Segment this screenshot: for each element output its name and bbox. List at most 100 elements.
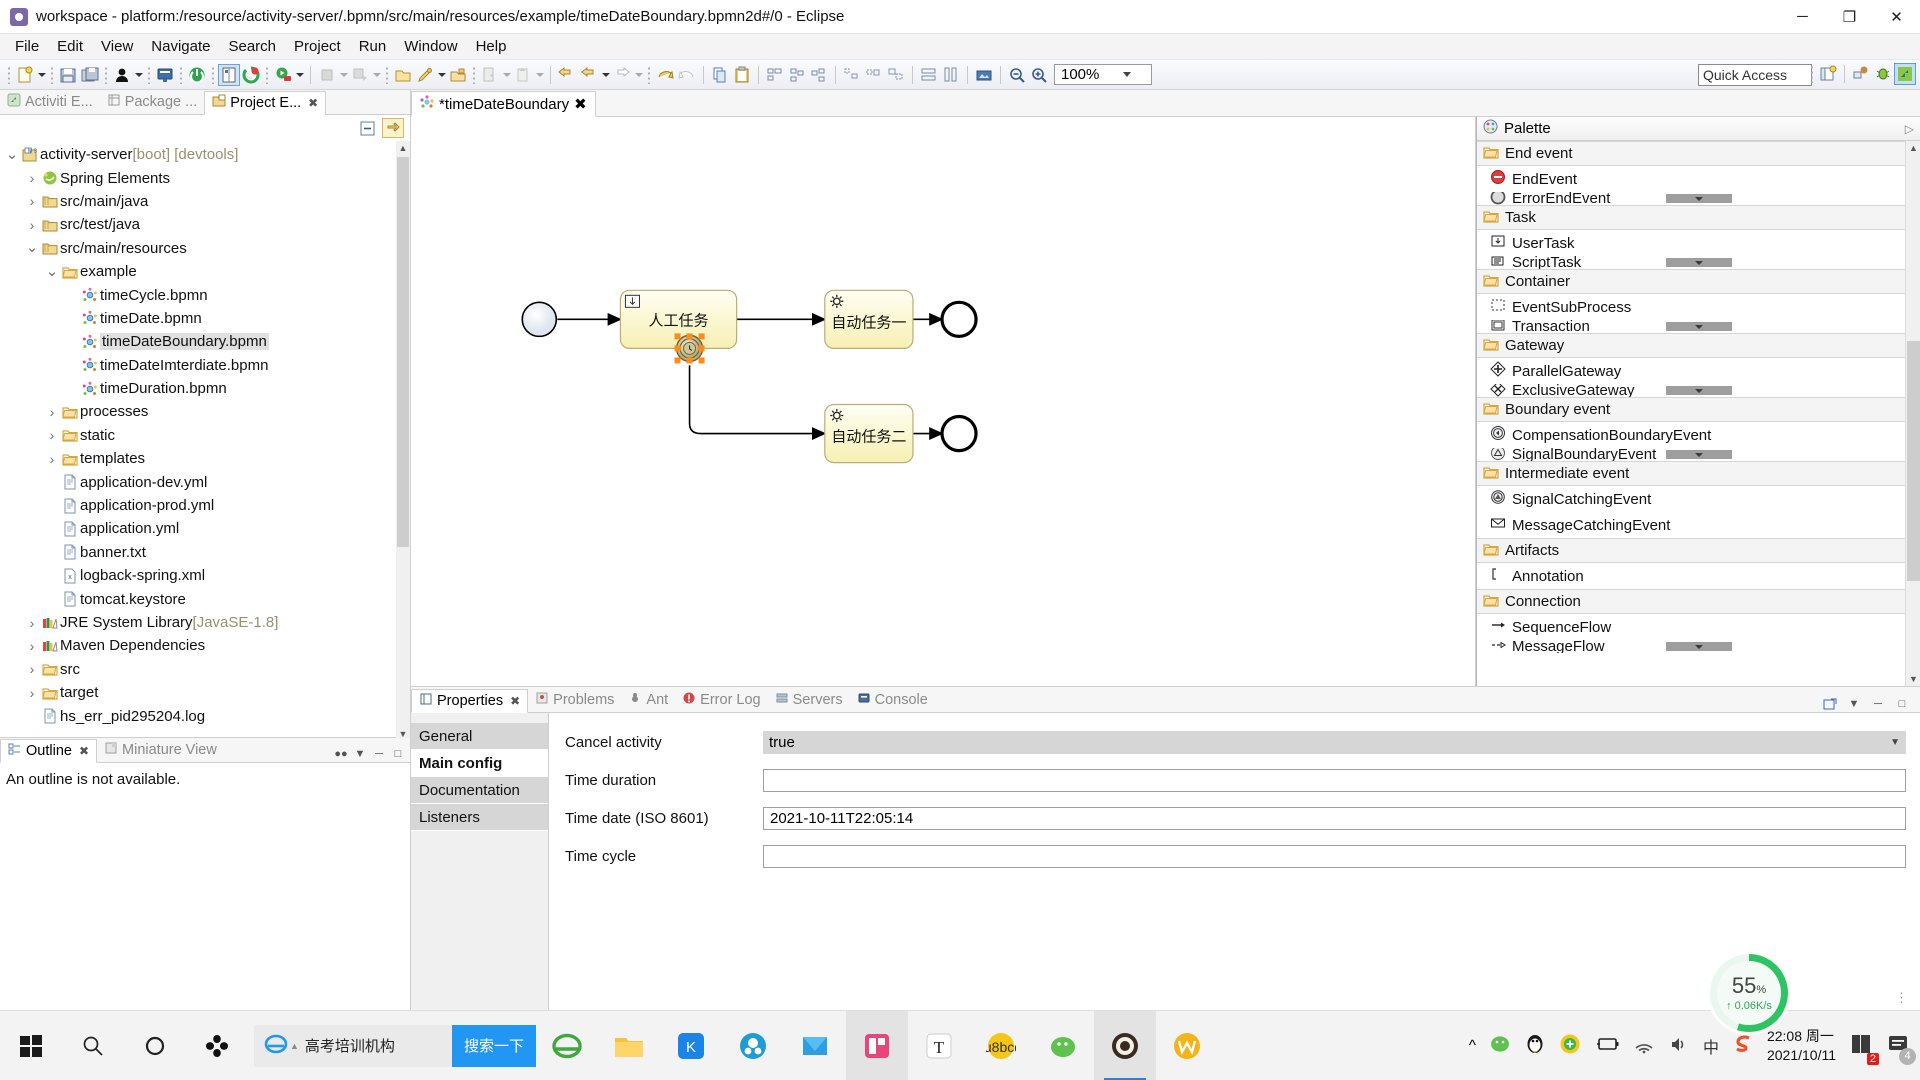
palette-drag-handle[interactable]	[1665, 450, 1732, 459]
chevron-down-icon[interactable]: ⌄	[44, 264, 60, 279]
cancel-activity-field[interactable]: true ▼	[763, 730, 1906, 754]
taskbar-app-eclipse[interactable]	[1094, 1010, 1157, 1080]
relaunch-icon[interactable]	[349, 64, 371, 86]
run-dropdown-icon[interactable]	[294, 64, 305, 86]
close-button[interactable]: ✕	[1873, 0, 1920, 34]
ime-indicator[interactable]: 中	[1703, 1034, 1719, 1058]
menu-view[interactable]: View	[92, 35, 142, 58]
open-perspective-icon[interactable]	[1817, 63, 1839, 85]
palette-scroll-up-icon[interactable]: ▲	[1906, 141, 1920, 155]
chevron-right-icon[interactable]: ›	[24, 685, 40, 701]
chevron-right-icon[interactable]: ›	[24, 661, 40, 677]
chevron-right-icon[interactable]: ›	[24, 217, 40, 233]
cortana-icon[interactable]	[124, 1011, 186, 1080]
palette-item-scripttask[interactable]: ScriptTask	[1477, 256, 1920, 269]
match-height-icon[interactable]	[918, 64, 940, 86]
menu-run[interactable]: Run	[350, 35, 396, 58]
chevron-right-icon[interactable]: ›	[24, 638, 40, 654]
paste-icon[interactable]	[731, 64, 753, 86]
detach-panel-icon[interactable]	[1822, 696, 1838, 712]
menu-edit[interactable]: Edit	[48, 35, 92, 58]
tree-item-src-main-resources[interactable]: ⌄ src/main/resources	[0, 237, 410, 260]
match-size-icon[interactable]	[885, 64, 907, 86]
palette-item-eventsubprocess[interactable]: EventSubProcess	[1477, 294, 1920, 320]
stop-icon[interactable]	[316, 64, 338, 86]
console-view-icon[interactable]	[154, 64, 176, 86]
tab-ant[interactable]: Ant	[621, 688, 675, 712]
tree-item-src-test-java[interactable]: › src/test/java	[0, 213, 410, 236]
perspective-drag-handle[interactable]	[1810, 65, 1814, 83]
undo-icon[interactable]	[654, 64, 676, 86]
palette-item-annotation[interactable]: Annotation	[1477, 563, 1920, 589]
tab-console[interactable]: Console	[850, 688, 935, 712]
save-all-icon[interactable]	[79, 64, 101, 86]
notification-badge-1[interactable]: 2	[1849, 1032, 1879, 1065]
dropdown-caret-icon[interactable]: ▲	[290, 1041, 299, 1051]
palette-item-sequenceflow[interactable]: SequenceFlow	[1477, 614, 1920, 640]
wifi-icon[interactable]	[1633, 1034, 1655, 1058]
palette-item-exclusivegateway[interactable]: ExclusiveGateway	[1477, 384, 1920, 397]
tree-item-templates[interactable]: › templates	[0, 447, 410, 470]
wechat-tray-icon[interactable]	[1489, 1033, 1511, 1059]
taskbar-app-wps[interactable]	[1156, 1011, 1218, 1080]
quick-access-input[interactable]: Quick Access	[1698, 64, 1812, 86]
tab-activiti-explorer[interactable]: Activiti E...	[0, 90, 100, 114]
tree-item-application-yml[interactable]: application.yml	[0, 517, 410, 540]
toolbar-drag-handle[interactable]	[7, 65, 11, 84]
open-resource-icon[interactable]	[447, 64, 469, 86]
tree-item-timedate-bpmn[interactable]: timeDate.bpmn	[0, 307, 410, 330]
external-tools-dropdown-icon[interactable]	[436, 64, 447, 86]
export-icon[interactable]	[512, 64, 534, 86]
tree-item-spring-elements[interactable]: › Spring Elements	[0, 166, 410, 189]
tab-error-log[interactable]: Error Log	[675, 688, 767, 712]
tree-item-example[interactable]: ⌄ example	[0, 260, 410, 283]
new-dropdown-icon[interactable]	[36, 64, 47, 86]
zoom-in-icon[interactable]	[1028, 64, 1050, 86]
properties-tab-main-config[interactable]: Main config	[411, 750, 548, 777]
back-icon[interactable]	[578, 64, 600, 86]
tab-timedateboundary-editor[interactable]: *timeDateBoundary ✖	[411, 91, 596, 117]
properties-sidebar[interactable]: General Main config Documentation Listeners	[411, 713, 549, 1010]
taskbar-app-ie[interactable]	[536, 1011, 598, 1080]
palette-scrollbar[interactable]: ▲ ▼	[1905, 141, 1920, 686]
bpmn-canvas[interactable]: 人工任务 自动任务一 自动任务二	[411, 117, 1476, 686]
palette-item-errorendevent[interactable]: ErrorEndEvent	[1477, 192, 1920, 205]
status-resize-handle[interactable]: ⋮	[1895, 990, 1908, 1006]
menu-file[interactable]: File	[6, 35, 48, 58]
palette-pin-icon[interactable]: ▷	[1905, 122, 1914, 136]
properties-tab-listeners[interactable]: Listeners	[411, 804, 548, 831]
taskbar-clock[interactable]: 22:08 周一 2021/10/11	[1767, 1027, 1836, 1065]
palette-drag-handle[interactable]	[1665, 258, 1732, 267]
tab-miniature-view[interactable]: Miniature View	[97, 738, 224, 762]
menu-project[interactable]: Project	[285, 35, 350, 58]
collapse-all-button[interactable]	[356, 118, 378, 138]
taskbar-app-navicat[interactable]	[722, 1011, 784, 1080]
menu-help[interactable]: Help	[467, 35, 516, 58]
explorer-scroll-thumb[interactable]	[397, 157, 409, 547]
properties-tab-general[interactable]: General	[411, 723, 548, 750]
chevron-down-icon[interactable]: ⌄	[24, 240, 40, 255]
distribute-h-icon[interactable]	[841, 64, 863, 86]
palette-group-boundary-event[interactable]: Boundary event ⇋	[1477, 397, 1920, 422]
chevron-right-icon[interactable]: ›	[24, 193, 40, 209]
palette-item-endevent[interactable]: EndEvent	[1477, 166, 1920, 192]
taskbar-app-explorer[interactable]	[598, 1011, 660, 1080]
minimize-button[interactable]: ─	[1779, 0, 1826, 34]
chevron-right-icon[interactable]: ›	[24, 170, 40, 186]
battery-icon[interactable]	[1594, 1034, 1620, 1058]
chevron-right-icon[interactable]: ›	[44, 404, 60, 420]
palette-item-messageflow[interactable]: MessageFlow	[1477, 640, 1920, 653]
menu-search[interactable]: Search	[219, 35, 285, 58]
palette-group-artifacts[interactable]: Artifacts ⇋	[1477, 538, 1920, 563]
image-export-icon[interactable]	[973, 64, 995, 86]
chevron-right-icon[interactable]: ›	[44, 427, 60, 443]
view-menu-icon[interactable]: ▼	[1846, 696, 1862, 712]
palette-item-usertask[interactable]: UserTask	[1477, 230, 1920, 256]
java-perspective-icon[interactable]	[1850, 63, 1872, 85]
palette-item-signalcatchingevent[interactable]: SignalCatchingEvent	[1477, 486, 1920, 512]
palette-drag-handle[interactable]	[1665, 642, 1732, 651]
user-icon[interactable]	[111, 64, 133, 86]
close-icon[interactable]: ✖	[510, 694, 520, 708]
taskbar-app-typora[interactable]: T	[908, 1011, 970, 1080]
tree-item-tomcat-keystore[interactable]: tomcat.keystore	[0, 587, 410, 610]
